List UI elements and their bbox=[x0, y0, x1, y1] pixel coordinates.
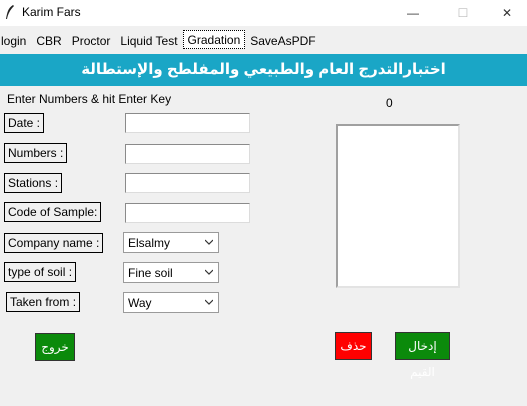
minimize-icon: — bbox=[407, 6, 419, 20]
numbers-input[interactable] bbox=[125, 144, 250, 164]
tab-login[interactable]: login bbox=[0, 31, 31, 51]
close-icon: ✕ bbox=[501, 6, 513, 20]
date-label: Date : bbox=[4, 113, 45, 133]
delete-button[interactable]: حذف bbox=[335, 332, 372, 360]
taken-from-value: Way bbox=[128, 296, 152, 310]
stations-label: Stations : bbox=[4, 173, 63, 193]
chevron-down-icon bbox=[205, 269, 213, 275]
tab-gradation[interactable]: Gradation bbox=[182, 30, 246, 49]
window-title: Karim Fars bbox=[22, 5, 81, 19]
stations-input[interactable] bbox=[125, 173, 250, 193]
taken-from-select[interactable]: Way bbox=[123, 292, 219, 313]
exit-button[interactable]: خروج bbox=[35, 333, 75, 361]
banner-title: اختبارالتدرج العام والطبيعي والمفلطح وال… bbox=[81, 61, 446, 78]
feather-icon bbox=[6, 5, 14, 19]
code-of-sample-input[interactable] bbox=[125, 203, 250, 223]
company-name-select[interactable]: Elsalmy bbox=[123, 232, 219, 253]
type-of-soil-value: Fine soil bbox=[128, 266, 173, 280]
date-input[interactable] bbox=[125, 113, 250, 133]
minimize-button[interactable]: — bbox=[391, 0, 435, 26]
values-listbox[interactable] bbox=[336, 124, 460, 288]
tab-cbr[interactable]: CBR bbox=[31, 31, 66, 51]
code-of-sample-label: Code of Sample: bbox=[4, 202, 102, 222]
tab-saveaspdf[interactable]: SaveAsPDF bbox=[245, 31, 320, 51]
enter-values-button[interactable]: إدخال القيم bbox=[395, 332, 450, 379]
chevron-down-icon bbox=[205, 239, 213, 245]
company-name-value: Elsalmy bbox=[128, 236, 171, 250]
header-banner: اختبارالتدرج العام والطبيعي والمفلطح وال… bbox=[0, 54, 527, 86]
tab-proctor[interactable]: Proctor bbox=[67, 31, 116, 51]
numbers-label: Numbers : bbox=[4, 143, 68, 163]
title-bar: Karim Fars — ☐ ✕ bbox=[0, 0, 527, 26]
tab-liquid-test[interactable]: Liquid Test bbox=[115, 31, 182, 51]
company-name-label: Company name : bbox=[4, 233, 104, 253]
maximize-button[interactable]: ☐ bbox=[441, 0, 485, 26]
type-of-soil-label: type of soil : bbox=[4, 262, 77, 282]
taken-from-label: Taken from : bbox=[6, 292, 81, 312]
maximize-icon: ☐ bbox=[457, 6, 469, 20]
instruction-text: Enter Numbers & hit Enter Key bbox=[7, 92, 172, 106]
type-of-soil-select[interactable]: Fine soil bbox=[123, 262, 219, 283]
chevron-down-icon bbox=[205, 299, 213, 305]
tab-bar: login CBR Proctor Liquid Test Gradation … bbox=[0, 30, 321, 51]
entry-counter: 0 bbox=[386, 96, 393, 110]
close-button[interactable]: ✕ bbox=[485, 0, 527, 26]
